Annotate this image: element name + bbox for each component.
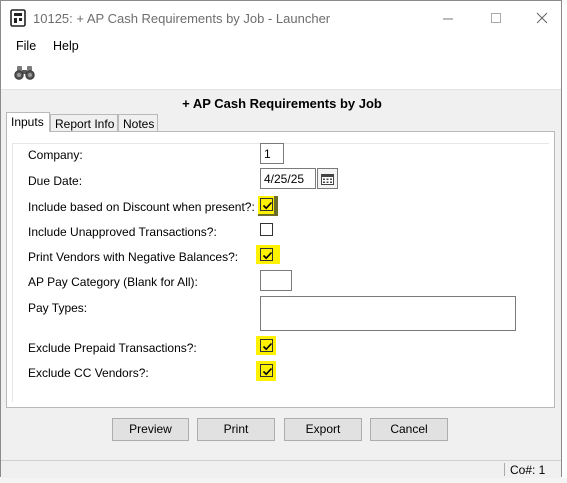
print-negative-checkbox[interactable] — [260, 248, 273, 261]
company-label: Company: — [28, 148, 83, 162]
print-button[interactable]: Print — [197, 418, 275, 441]
exclude-prepaid-label: Exclude Prepaid Transactions?: — [28, 341, 197, 355]
menu-bar: File Help — [1, 35, 561, 57]
exclude-cc-label: Exclude CC Vendors?: — [28, 366, 149, 380]
due-date-field[interactable]: 4/25/25 — [260, 168, 316, 189]
menu-file[interactable]: File — [16, 39, 36, 53]
pay-types-field[interactable] — [260, 296, 516, 331]
pay-types-label: Pay Types: — [28, 301, 88, 315]
title-bar[interactable]: 10125: + AP Cash Requirements by Job - L… — [1, 1, 561, 35]
company-field[interactable]: 1 — [260, 143, 284, 164]
menu-help[interactable]: Help — [53, 39, 79, 53]
preview-button[interactable]: Preview — [112, 418, 189, 441]
cancel-button[interactable]: Cancel — [370, 418, 448, 441]
app-icon — [10, 9, 26, 27]
include-discount-checkbox[interactable] — [260, 198, 273, 211]
tab-report-info[interactable]: Report Info — [50, 114, 118, 131]
calendar-icon[interactable] — [317, 168, 338, 189]
include-discount-label: Include based on Discount when present?: — [28, 200, 255, 214]
close-icon[interactable] — [528, 7, 556, 29]
status-separator — [504, 463, 505, 476]
report-title: + AP Cash Requirements by Job — [182, 96, 382, 111]
binoculars-icon[interactable] — [14, 66, 35, 80]
tab-notes[interactable]: Notes — [118, 114, 158, 131]
include-unapproved-checkbox[interactable] — [260, 223, 273, 236]
background-window-bottom — [0, 478, 567, 483]
ap-pay-category-label: AP Pay Category (Blank for All): — [28, 275, 198, 289]
include-unapproved-label: Include Unapproved Transactions?: — [28, 225, 217, 239]
print-negative-label: Print Vendors with Negative Balances?: — [28, 250, 239, 264]
tab-inputs[interactable]: Inputs — [6, 112, 50, 132]
inputs-panel: Company: 1 Due Date: 4/25/25 Include bas… — [6, 131, 555, 408]
ap-pay-category-field[interactable] — [260, 270, 292, 291]
exclude-cc-checkbox[interactable] — [260, 364, 273, 377]
window-title: 10125: + AP Cash Requirements by Job - L… — [33, 11, 331, 26]
maximize-icon[interactable] — [482, 7, 510, 29]
status-company: Co#: 1 — [510, 463, 546, 477]
status-bar: Co#: 1 — [1, 460, 561, 478]
action-buttons: Preview Print Export Cancel — [1, 418, 561, 442]
toolbar — [1, 57, 561, 90]
export-button[interactable]: Export — [284, 418, 362, 441]
minimize-icon[interactable] — [434, 7, 462, 29]
exclude-prepaid-checkbox[interactable] — [260, 339, 273, 352]
launcher-window: 10125: + AP Cash Requirements by Job - L… — [0, 0, 562, 478]
due-date-label: Due Date: — [28, 174, 83, 188]
